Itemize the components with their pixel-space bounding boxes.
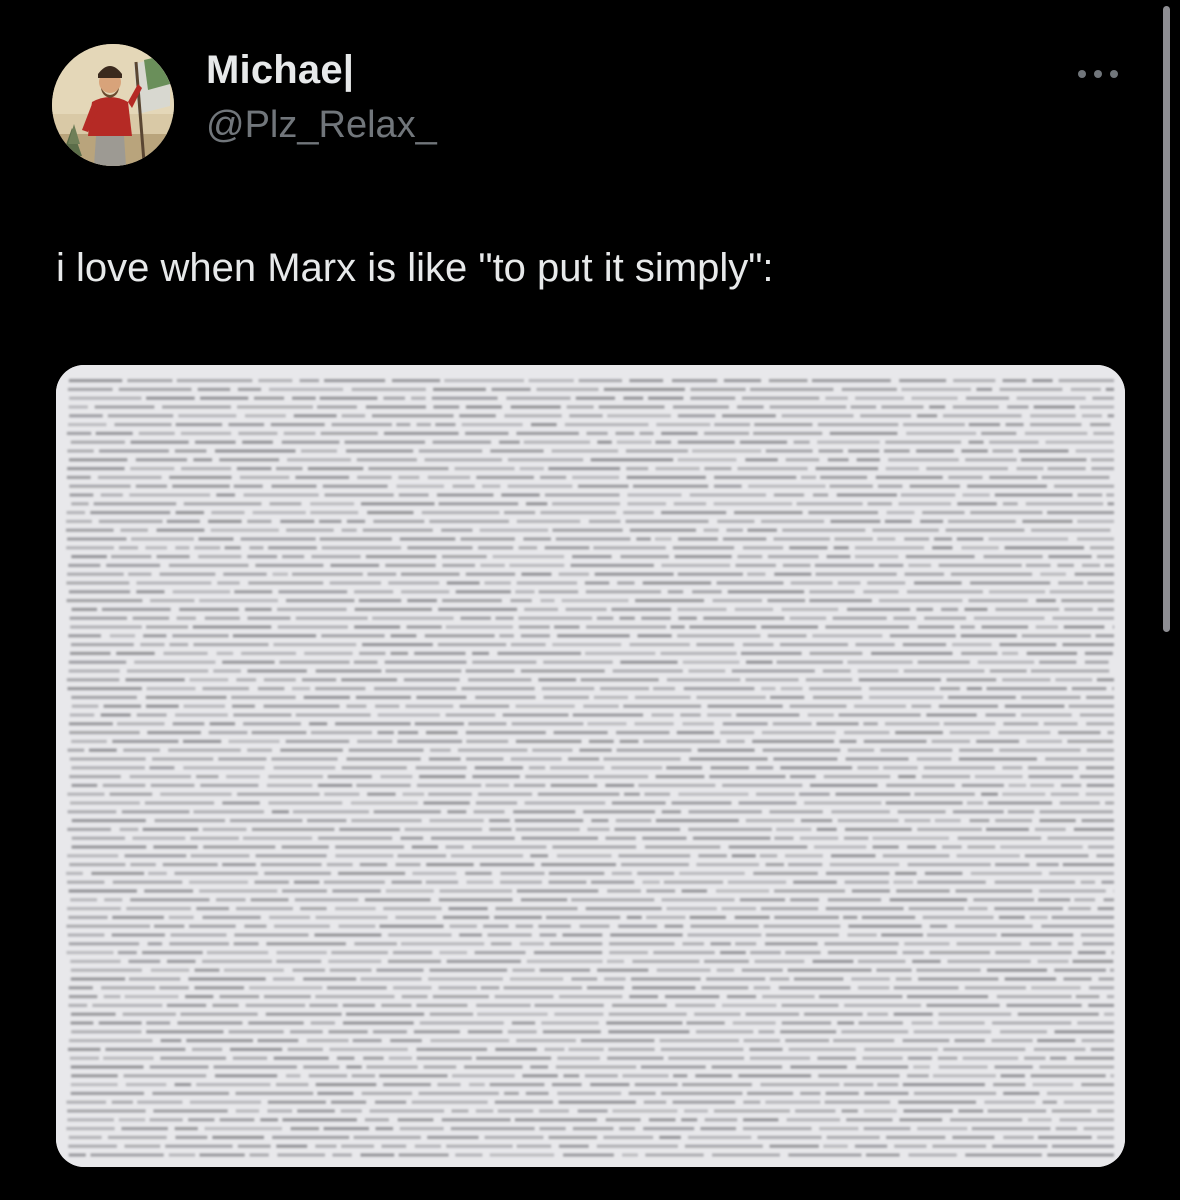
display-name[interactable]: Michae|	[206, 48, 354, 93]
tweet-text: i love when Marx is like "to put it simp…	[56, 246, 774, 290]
avatar[interactable]	[52, 44, 174, 166]
more-options-button[interactable]	[1070, 56, 1126, 92]
user-handle[interactable]: @Plz_Relax_	[206, 104, 437, 147]
more-horizontal-icon	[1078, 70, 1118, 78]
dense-text-page-image	[56, 365, 1125, 1167]
scrollbar[interactable]	[1163, 6, 1170, 632]
tweet-media-image[interactable]	[56, 365, 1125, 1167]
tweet-screen: Michae| @Plz_Relax_ i love when Marx is …	[0, 0, 1180, 1200]
portrait-avatar-icon	[52, 44, 174, 166]
